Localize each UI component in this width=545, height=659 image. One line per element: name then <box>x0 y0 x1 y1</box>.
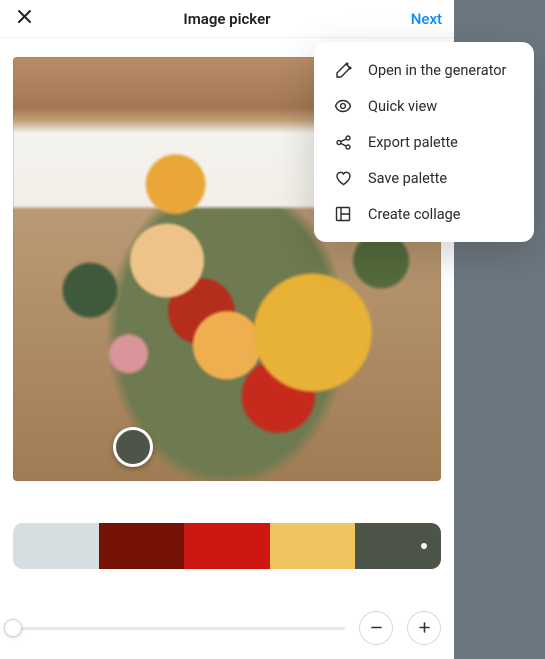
palette-swatch-5[interactable] <box>355 523 441 569</box>
context-menu: Open in the generator Quick view Export … <box>314 42 534 242</box>
collage-icon <box>334 205 352 223</box>
wand-icon <box>334 61 352 79</box>
share-icon <box>334 133 352 151</box>
close-icon <box>17 9 32 28</box>
menu-label: Save palette <box>368 170 447 187</box>
zoom-controls <box>13 611 441 645</box>
slider-track <box>13 627 345 630</box>
plus-icon <box>418 619 431 638</box>
menu-label: Export palette <box>368 134 458 151</box>
active-indicator <box>421 543 427 549</box>
minus-icon <box>370 619 383 638</box>
close-button[interactable] <box>12 7 36 31</box>
menu-label: Open in the generator <box>368 62 506 79</box>
menu-export-palette[interactable]: Export palette <box>314 124 534 160</box>
menu-label: Quick view <box>368 98 437 115</box>
next-button[interactable]: Next <box>411 10 442 28</box>
menu-create-collage[interactable]: Create collage <box>314 196 534 232</box>
palette-swatch-1[interactable] <box>13 523 99 569</box>
eye-icon <box>334 97 352 115</box>
menu-label: Create collage <box>368 206 460 223</box>
zoom-in-button[interactable] <box>407 611 441 645</box>
menu-open-generator[interactable]: Open in the generator <box>314 52 534 88</box>
zoom-out-button[interactable] <box>359 611 393 645</box>
palette-swatch-3[interactable] <box>184 523 270 569</box>
color-picker-handle[interactable] <box>113 427 153 467</box>
zoom-slider[interactable] <box>13 619 345 637</box>
heart-icon <box>334 169 352 187</box>
menu-quick-view[interactable]: Quick view <box>314 88 534 124</box>
palette-swatch-2[interactable] <box>99 523 185 569</box>
header: Image picker Next <box>0 0 454 38</box>
palette <box>13 523 441 569</box>
slider-thumb[interactable] <box>4 619 22 637</box>
page-title: Image picker <box>0 10 454 28</box>
menu-save-palette[interactable]: Save palette <box>314 160 534 196</box>
palette-swatch-4[interactable] <box>270 523 356 569</box>
